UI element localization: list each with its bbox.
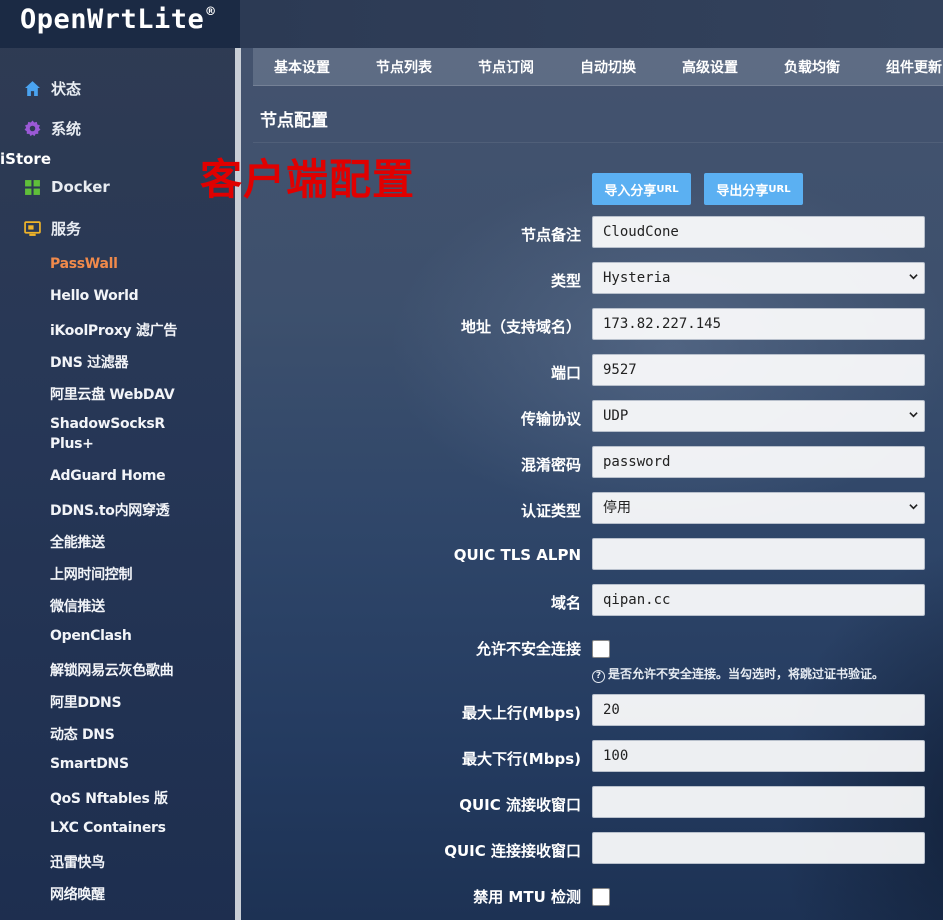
sidebar-item-openclash[interactable]: OpenClash	[50, 628, 132, 644]
tab-auto-switch[interactable]: 自动切换	[580, 57, 636, 77]
down-label: 最大下行(Mbps)	[461, 750, 581, 768]
sidebar-item-hello-world[interactable]: Hello World	[50, 288, 139, 304]
brand-mark: ®	[206, 4, 216, 20]
stream-window-input[interactable]	[592, 786, 925, 818]
auth-type-select[interactable]: 停用	[592, 492, 925, 524]
sidebar-item-aliyun-webdav[interactable]: 阿里云盘 WebDAV	[50, 384, 175, 404]
tab-subscribe[interactable]: 节点订阅	[478, 57, 534, 77]
docker-grid-icon	[25, 179, 40, 195]
sidebar-item-qos[interactable]: QoS Nftables 版	[50, 788, 168, 808]
sidebar-item-label: Docker	[51, 178, 110, 196]
button-label: 导入分享	[604, 183, 657, 199]
alpn-input[interactable]	[592, 538, 925, 570]
home-icon	[25, 81, 40, 96]
sidebar-item-dynamic-dns[interactable]: 动态 DNS	[50, 724, 115, 744]
tab-node-list[interactable]: 节点列表	[376, 57, 432, 77]
remark-label: 节点备注	[520, 226, 581, 244]
sidebar-item-wechat-push[interactable]: 微信推送	[50, 596, 105, 616]
sidebar-item-passwall[interactable]: PassWall	[50, 256, 118, 272]
domain-label: 域名	[550, 594, 581, 612]
sidebar-item-push[interactable]: 全能推送	[50, 532, 105, 552]
services-icon	[24, 221, 41, 236]
tab-basic[interactable]: 基本设置	[274, 57, 330, 77]
auth-type-select-value: 停用	[603, 500, 631, 516]
annotation-overlay: 客户端配置	[200, 155, 416, 204]
sidebar-item-unblock-netease[interactable]: 解锁网易云灰色歌曲	[50, 660, 174, 680]
button-label-suffix: URL	[768, 183, 791, 195]
sidebar-item-services[interactable]: 服务	[24, 218, 81, 239]
obfs-input[interactable]: password	[592, 446, 925, 478]
sidebar-item-wol[interactable]: 网络唤醒	[50, 884, 105, 904]
type-select-value: Hysteria	[603, 270, 671, 286]
sidebar-item-label: 状态	[51, 80, 82, 98]
insecure-label: 允许不安全连接	[475, 640, 581, 658]
sidebar-item-ali-ddns[interactable]: 阿里DDNS	[50, 692, 122, 712]
conn-window-input[interactable]	[592, 832, 925, 864]
export-share-url-button[interactable]: 导出分享 URL	[704, 173, 803, 205]
alpn-label: QUIC TLS ALPN	[453, 546, 581, 564]
sidebar-item-docker[interactable]: Docker	[24, 178, 110, 196]
insecure-hint: ? 是否允许不安全连接。当勾选时，将跳过证书验证。	[592, 665, 884, 683]
sidebar-item-label: 服务	[51, 220, 82, 238]
up-label: 最大上行(Mbps)	[461, 704, 581, 722]
port-label: 端口	[550, 364, 581, 382]
domain-input[interactable]: qipan.cc	[592, 584, 925, 616]
section-title: 节点配置	[260, 111, 328, 131]
tab-advanced[interactable]: 高级设置	[682, 57, 738, 77]
sidebar-item-lxc[interactable]: LXC Containers	[50, 820, 166, 836]
sidebar-item-system[interactable]: 系统	[24, 118, 81, 139]
sidebar-item-dns-filter[interactable]: DNS 过滤器	[50, 352, 129, 372]
disable-mtu-label: 禁用 MTU 检测	[473, 888, 581, 906]
help-icon: ?	[592, 670, 605, 683]
address-input[interactable]: 173.82.227.145	[592, 308, 925, 340]
disable-mtu-checkbox[interactable]	[592, 888, 610, 906]
sidebar-item-xunlei[interactable]: 迅雷快鸟	[50, 852, 105, 872]
type-label: 类型	[550, 272, 581, 290]
down-input[interactable]: 100	[592, 740, 925, 772]
button-label-suffix: URL	[656, 183, 679, 195]
sidebar-item-istore[interactable]: iStore	[0, 150, 51, 168]
sidebar-item-ssr-plus[interactable]: ShadowSocksR	[50, 416, 165, 432]
import-share-url-button[interactable]: 导入分享 URL	[592, 173, 691, 205]
chevron-down-icon	[909, 412, 918, 418]
top-bar	[240, 0, 943, 48]
sidebar-item-ddnsto[interactable]: DDNS.to内网穿透	[50, 500, 170, 520]
sidebar-item-status[interactable]: 状态	[24, 78, 81, 99]
protocol-select[interactable]: UDP	[592, 400, 925, 432]
sidebar-item-time-control[interactable]: 上网时间控制	[50, 564, 133, 584]
brand-logo[interactable]: OpenWrtLite ®	[20, 4, 215, 35]
auth-type-label: 认证类型	[520, 502, 581, 520]
sidebar-item-adguard[interactable]: AdGuard Home	[50, 468, 166, 484]
sidebar-item-smartdns[interactable]: SmartDNS	[50, 756, 129, 772]
remark-input[interactable]: CloudCone	[592, 216, 925, 248]
stream-window-label: QUIC 流接收窗口	[459, 796, 581, 814]
tab-load-balance[interactable]: 负载均衡	[784, 57, 840, 77]
brand-name: OpenWrtLite	[20, 4, 205, 35]
type-select[interactable]: Hysteria	[592, 262, 925, 294]
sidebar-item-label: 系统	[51, 120, 82, 138]
section-divider	[253, 142, 943, 143]
sidebar-item-ssr-plus-line2[interactable]: Plus+	[50, 436, 94, 452]
up-input[interactable]: 20	[592, 694, 925, 726]
address-label: 地址（支持域名）	[460, 318, 581, 336]
logo-bar: OpenWrtLite ®	[0, 0, 240, 48]
port-input[interactable]: 9527	[592, 354, 925, 386]
insecure-hint-text: 是否允许不安全连接。当勾选时，将跳过证书验证。	[608, 667, 885, 681]
chevron-down-icon	[909, 274, 918, 280]
sidebar-item-ikoolproxy[interactable]: iKoolProxy 滤广告	[50, 320, 177, 340]
button-label: 导出分享	[716, 183, 769, 199]
conn-window-label: QUIC 连接接收窗口	[444, 842, 581, 860]
chevron-down-icon	[909, 504, 918, 510]
tab-update[interactable]: 组件更新	[886, 57, 942, 77]
protocol-select-value: UDP	[603, 408, 629, 424]
insecure-checkbox[interactable]	[592, 640, 610, 658]
obfs-label: 混淆密码	[520, 456, 581, 474]
protocol-label: 传输协议	[520, 410, 581, 428]
gear-icon	[24, 120, 41, 137]
